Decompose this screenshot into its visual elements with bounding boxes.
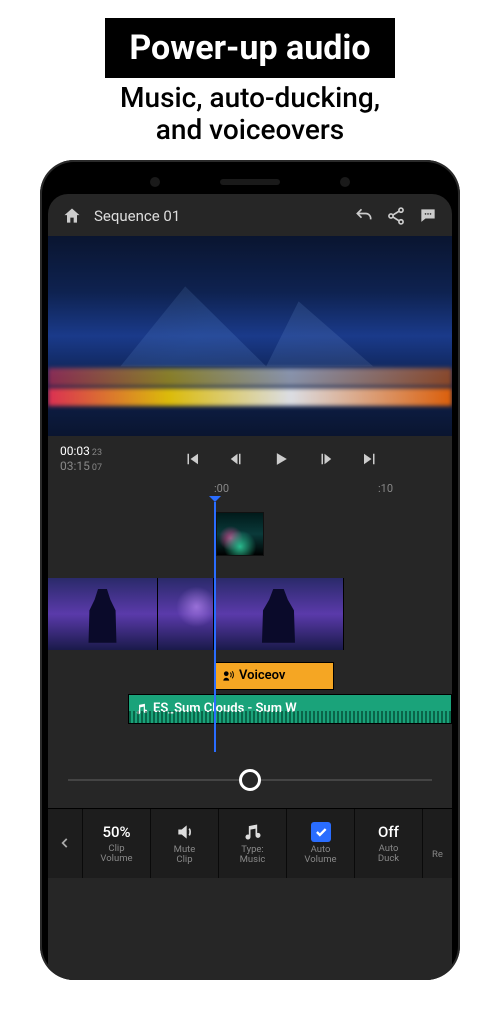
audio-tool-bar: 50% Clip Volume Mute Clip Type: Music Au… <box>48 808 452 878</box>
music-note-icon <box>243 822 263 842</box>
undo-icon[interactable] <box>354 206 374 226</box>
promo-subtitle-line1: Music, auto-ducking, <box>120 81 380 114</box>
play-icon[interactable] <box>271 449 291 469</box>
more-tool[interactable]: Re <box>422 809 452 878</box>
more-tool-label: Re <box>432 850 443 860</box>
overlay-clip[interactable] <box>216 512 264 556</box>
promo-subtitle-line2: and voiceovers <box>156 113 344 146</box>
music-clip[interactable]: ES_Sum Clouds - Sum W <box>128 694 452 724</box>
main-video-track[interactable] <box>48 578 452 650</box>
music-track[interactable]: ES_Sum Clouds - Sum W <box>48 694 452 724</box>
timecode-current: 00:03 <box>60 444 90 458</box>
checkbox-checked-icon <box>311 822 331 842</box>
app-screen: Sequence 01 00:0323 03:1507 <box>48 194 452 980</box>
share-icon[interactable] <box>386 206 406 226</box>
overlay-track[interactable] <box>48 512 452 560</box>
zoom-slider[interactable] <box>48 752 452 808</box>
music-note-icon <box>135 702 149 716</box>
phone-frame: Sequence 01 00:0323 03:1507 <box>40 160 460 980</box>
volume-icon <box>175 822 195 842</box>
auto-duck-label: Auto Duck <box>378 844 399 865</box>
comment-icon[interactable] <box>418 206 438 226</box>
playhead[interactable] <box>214 502 216 752</box>
microphone-icon <box>221 669 235 683</box>
frame-back-icon[interactable] <box>227 450 245 468</box>
video-preview[interactable] <box>48 236 452 436</box>
auto-duck-tool[interactable]: Off Auto Duck <box>354 809 422 878</box>
mute-clip-label: Mute Clip <box>174 845 196 866</box>
timecode-duration: 03:15 <box>60 459 90 473</box>
phone-hardware-top <box>48 170 452 194</box>
voiceover-clip-label: Voiceov <box>239 668 285 683</box>
ruler-mark: :10 <box>378 482 393 495</box>
clip-volume-label: Clip Volume <box>100 844 132 865</box>
home-icon[interactable] <box>62 206 82 226</box>
sequence-title[interactable]: Sequence 01 <box>94 207 180 225</box>
clip-volume-value: 50% <box>102 823 130 841</box>
promo-subtitle: Music, auto-ducking, and voiceovers <box>0 82 500 146</box>
zoom-handle[interactable] <box>239 769 261 791</box>
timeline-ruler[interactable]: :00 :10 <box>48 478 452 502</box>
skip-back-icon[interactable] <box>183 450 201 468</box>
frame-forward-icon[interactable] <box>317 450 335 468</box>
voiceover-track[interactable]: Voiceov <box>48 662 452 690</box>
type-music-tool[interactable]: Type: Music <box>218 809 286 878</box>
ruler-mark: :00 <box>214 482 229 495</box>
timecode-current-frames: 23 <box>92 448 102 458</box>
mute-clip-tool[interactable]: Mute Clip <box>150 809 218 878</box>
timeline[interactable]: Voiceov ES_Sum Clouds - Sum W <box>48 502 452 752</box>
type-music-label: Type: Music <box>240 845 266 866</box>
auto-volume-label: Auto Volume <box>304 845 336 866</box>
back-button[interactable] <box>48 809 82 878</box>
voiceover-clip[interactable]: Voiceov <box>214 662 334 690</box>
music-clip-label: ES_Sum Clouds - Sum W <box>153 701 297 716</box>
auto-duck-value: Off <box>378 823 399 841</box>
timecode-display: 00:0323 03:1507 <box>60 444 102 474</box>
skip-forward-icon[interactable] <box>361 450 379 468</box>
timecode-duration-frames: 07 <box>92 463 102 473</box>
app-bar: Sequence 01 <box>48 194 452 236</box>
transport-bar: 00:0323 03:1507 <box>48 436 452 478</box>
video-clip[interactable] <box>214 578 344 650</box>
auto-volume-tool[interactable]: Auto Volume <box>286 809 354 878</box>
video-clip[interactable] <box>158 578 214 650</box>
video-clip[interactable] <box>48 578 158 650</box>
clip-volume-tool[interactable]: 50% Clip Volume <box>82 809 150 878</box>
promo-title: Power-up audio <box>105 18 394 78</box>
